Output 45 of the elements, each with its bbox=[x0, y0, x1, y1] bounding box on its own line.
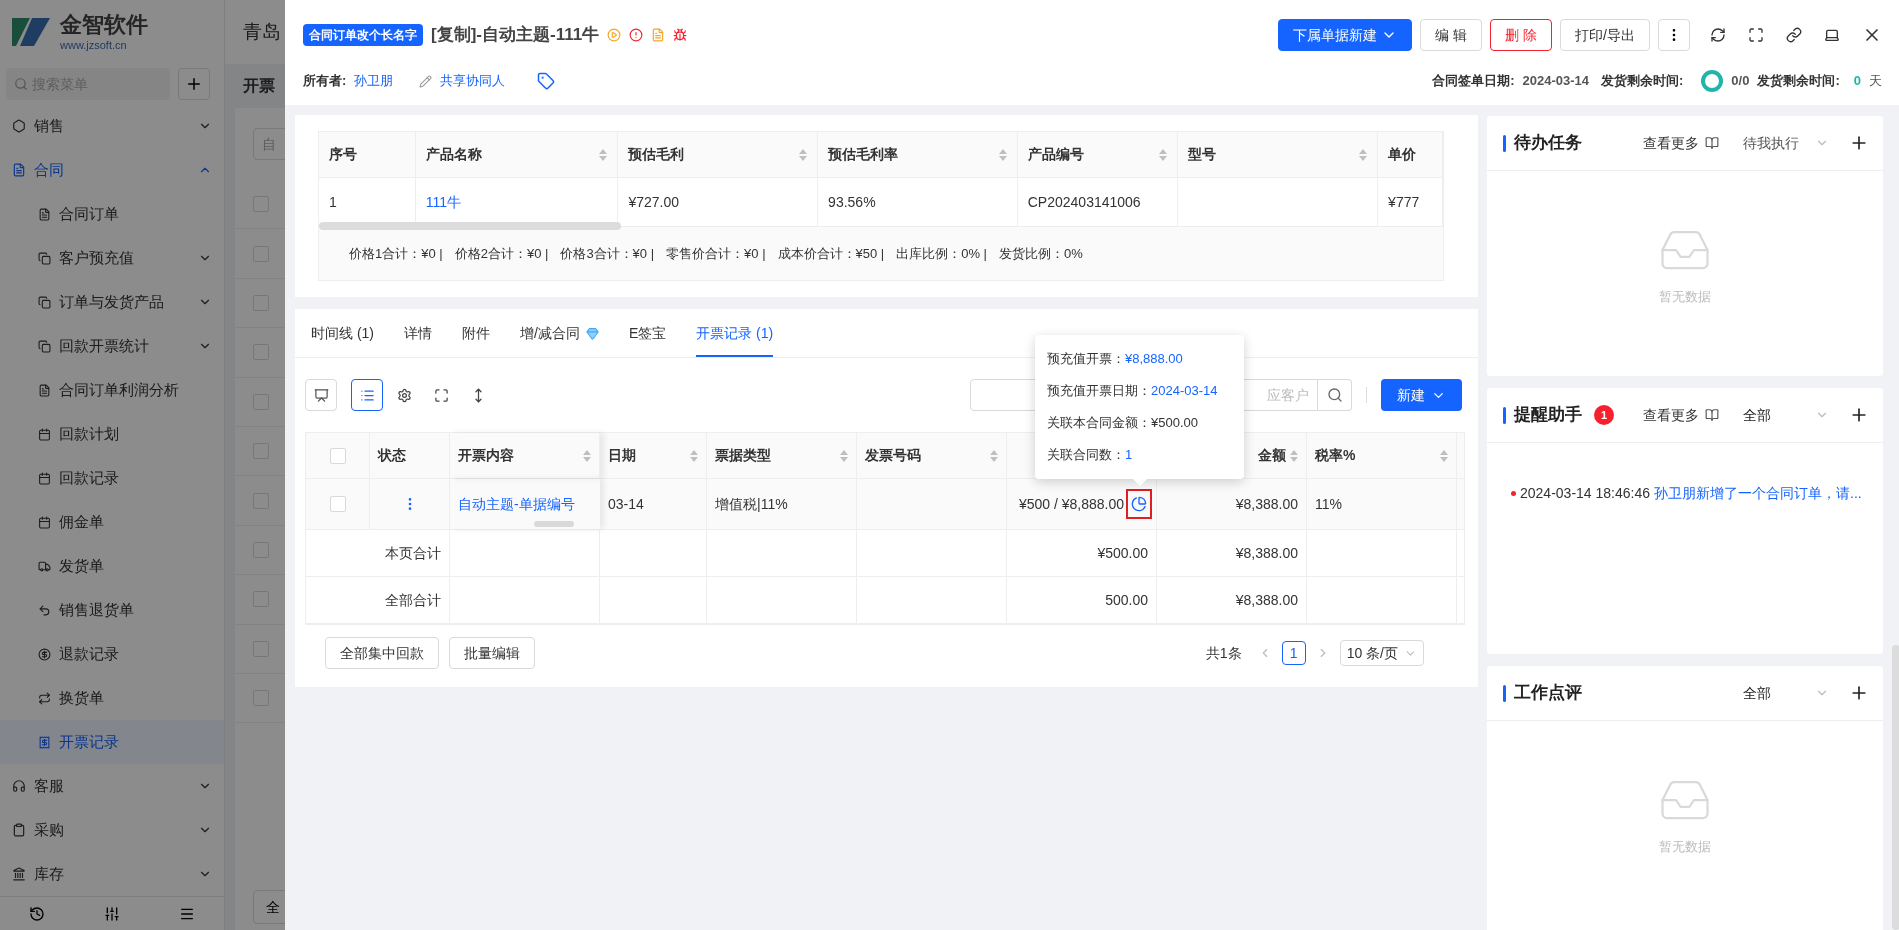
summary-text: 价格2合计：¥0 | bbox=[454, 244, 549, 263]
total-amount: ¥500.00 bbox=[1097, 543, 1148, 563]
table-cell-text: ¥500 / ¥8,888.00 bbox=[1018, 494, 1124, 514]
total-label: 全部合计 bbox=[385, 590, 441, 610]
table-cell-text: 11% bbox=[1315, 494, 1342, 514]
remaining-days: 0 bbox=[1853, 71, 1861, 91]
record-type-tag: 合同订单改个长名字 bbox=[303, 24, 423, 46]
record-title: [复制]-自动主题-111牛 bbox=[431, 24, 600, 47]
remaining-time-label: 发货剩余时间: bbox=[1757, 72, 1840, 91]
sign-date-label: 合同签单日期: bbox=[1432, 72, 1515, 91]
logo-url: www.jzsoft.cn bbox=[60, 38, 128, 53]
days-unit: 天 bbox=[1869, 72, 1882, 91]
table-cell-text: 03-14 bbox=[608, 494, 644, 514]
summary-text: 零售价合计：¥0 | bbox=[666, 244, 766, 263]
summary-text: 价格1合计：¥0 | bbox=[349, 244, 443, 263]
section-title: 开票 bbox=[243, 76, 275, 96]
card-title: 提醒助手 bbox=[1514, 404, 1582, 427]
summary-text: 出库比例：0% | bbox=[896, 244, 987, 263]
total-count: 共1条 bbox=[1205, 643, 1242, 663]
table-cell-text: 增值税|11% bbox=[715, 494, 788, 514]
sign-date: 2024-03-14 bbox=[1522, 72, 1589, 91]
total-label: 本页合计 bbox=[385, 543, 441, 563]
empty-text: 暂无数据 bbox=[1659, 838, 1711, 856]
total-amount: 500.00 bbox=[1105, 590, 1148, 610]
popover-label: 关联合同数： bbox=[1047, 446, 1125, 465]
popover-label: 预充值开票： bbox=[1047, 350, 1125, 369]
total-sum: ¥8,388.00 bbox=[1235, 543, 1298, 563]
popover-value: ¥500.00 bbox=[1151, 414, 1198, 433]
summary-text: 发货比例：0% bbox=[999, 244, 1083, 263]
card-title: 待办任务 bbox=[1514, 132, 1582, 155]
total-sum: ¥8,388.00 bbox=[1235, 590, 1298, 610]
card-title: 工作点评 bbox=[1514, 682, 1582, 705]
page-title: 青岛 bbox=[243, 19, 281, 44]
popover-label: 关联本合同金额： bbox=[1047, 414, 1151, 433]
summary-text: 价格3合计：¥0 | bbox=[560, 244, 655, 263]
remaining-count: 0/0 bbox=[1731, 72, 1750, 91]
popover-label: 预充值开票日期： bbox=[1047, 382, 1151, 401]
logo-name: 金智软件 bbox=[60, 11, 148, 39]
summary-text: 成本价合计：¥50 | bbox=[777, 244, 885, 263]
table-cell-text: ¥8,388.00 bbox=[1235, 494, 1298, 514]
empty-text: 暂无数据 bbox=[1659, 288, 1711, 306]
remaining-time-label: 发货剩余时间: bbox=[1601, 72, 1684, 91]
owner-label: 所有者: bbox=[303, 72, 347, 91]
count-badge: 1 bbox=[1594, 405, 1614, 425]
reminder-time: 2024-03-14 18:46:46 bbox=[1520, 484, 1650, 503]
